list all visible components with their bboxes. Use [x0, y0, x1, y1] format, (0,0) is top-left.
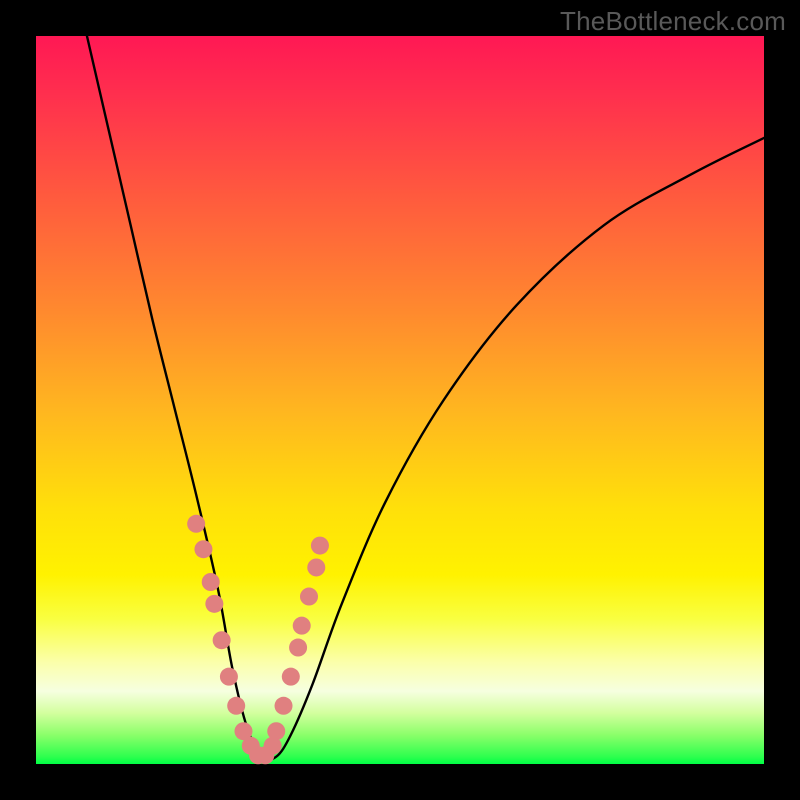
- curve-marker: [275, 697, 293, 715]
- curve-marker: [194, 540, 212, 558]
- curve-marker: [220, 668, 238, 686]
- curve-marker: [293, 617, 311, 635]
- chart-svg: [36, 36, 764, 764]
- curve-markers: [187, 515, 329, 765]
- curve-marker: [289, 639, 307, 657]
- curve-marker: [205, 595, 223, 613]
- curve-marker: [267, 722, 285, 740]
- curve-marker: [282, 668, 300, 686]
- watermark-text: TheBottleneck.com: [560, 6, 786, 37]
- chart-frame: TheBottleneck.com: [0, 0, 800, 800]
- curve-marker: [307, 558, 325, 576]
- curve-marker: [202, 573, 220, 591]
- curve-marker: [187, 515, 205, 533]
- curve-marker: [213, 631, 231, 649]
- plot-area: [36, 36, 764, 764]
- curve-marker: [311, 537, 329, 555]
- curve-marker: [300, 588, 318, 606]
- bottleneck-curve: [87, 36, 764, 760]
- curve-marker: [227, 697, 245, 715]
